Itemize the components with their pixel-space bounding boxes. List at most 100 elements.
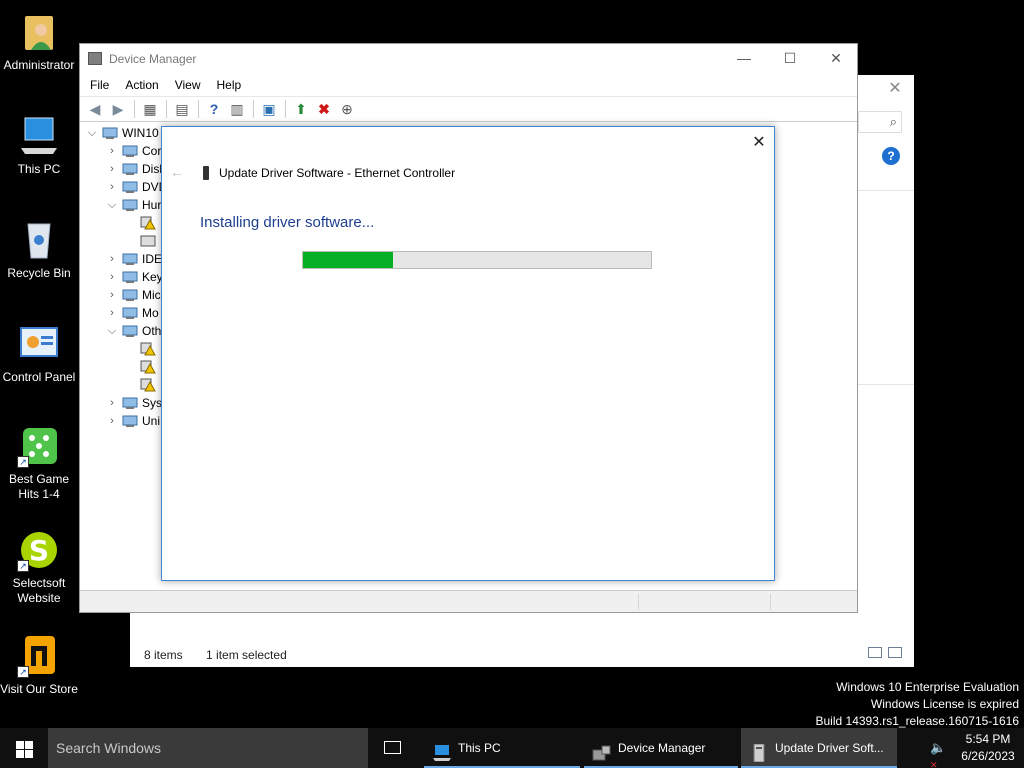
chevron-right-icon[interactable]: › xyxy=(106,268,118,286)
tree-device[interactable] xyxy=(80,214,164,232)
properties-icon[interactable]: ▤ xyxy=(171,99,193,119)
watermark-edition: Windows 10 Enterprise Evaluation xyxy=(836,680,1019,694)
tree-category[interactable]: › DVD xyxy=(80,178,167,196)
chevron-right-icon[interactable]: › xyxy=(106,142,118,160)
device-manager-icon xyxy=(592,738,612,761)
forward-arrow-icon[interactable]: ▶ xyxy=(107,99,129,119)
menu-file[interactable]: File xyxy=(82,74,117,96)
show-hide-tree-icon[interactable]: ▦ xyxy=(139,99,161,119)
menu-action[interactable]: Action xyxy=(117,74,166,96)
clock[interactable]: 5:54 PM 6/26/2023 xyxy=(956,731,1020,765)
clock-date: 6/26/2023 xyxy=(961,749,1015,763)
tree-label: Oth xyxy=(142,324,162,338)
close-icon[interactable]: ✕ xyxy=(813,44,859,74)
title-bar[interactable]: Device Manager — ☐ ✕ xyxy=(80,44,857,74)
start-button[interactable] xyxy=(0,728,48,768)
details-pane xyxy=(858,190,914,385)
taskbar-app-update-driver[interactable]: Update Driver Soft... xyxy=(741,728,897,768)
computer-icon xyxy=(102,126,118,140)
minimize-icon[interactable]: — xyxy=(721,44,767,74)
chevron-right-icon[interactable]: › xyxy=(106,250,118,268)
tree-category[interactable]: ⌵ Hur xyxy=(80,196,164,214)
tree-category[interactable]: › IDE xyxy=(80,250,164,268)
device-category-icon xyxy=(122,270,138,284)
tree-category[interactable]: › Disl xyxy=(80,160,164,178)
taskbar-app-device-manager[interactable]: Device Manager xyxy=(584,728,738,768)
store-logo-icon: ↗ xyxy=(17,634,61,678)
device-category-icon xyxy=(122,144,138,158)
desktop-icon-label: Control Panel xyxy=(2,370,76,384)
action-icon[interactable]: ▥ xyxy=(226,99,248,119)
chevron-right-icon[interactable]: › xyxy=(106,286,118,304)
chevron-right-icon[interactable]: › xyxy=(106,304,118,322)
tree-label: Key xyxy=(142,270,163,284)
desktop-icon-selectsoft[interactable]: S ↗ Selectsoft Website xyxy=(0,528,78,606)
tree-category[interactable]: › Key xyxy=(80,268,164,286)
menu-help[interactable]: Help xyxy=(209,74,250,96)
chevron-right-icon[interactable]: › xyxy=(106,160,118,178)
desktop-icon-visit-store[interactable]: ↗ Visit Our Store xyxy=(0,634,78,697)
download-driver-icon[interactable]: ⊕ xyxy=(336,99,358,119)
tree-category[interactable]: › Uni xyxy=(80,412,164,430)
tree-category[interactable]: › Cor xyxy=(80,142,164,160)
search-icon[interactable]: ⌕ xyxy=(858,111,902,133)
scan-hardware-icon[interactable]: ▣ xyxy=(258,99,280,119)
task-view-button[interactable] xyxy=(368,728,416,768)
tree-device[interactable] xyxy=(80,376,164,394)
window-title: Device Manager xyxy=(109,52,197,66)
desktop-icon-recycle-bin[interactable]: Recycle Bin xyxy=(0,218,78,281)
large-icons-view-icon[interactable] xyxy=(888,647,902,658)
taskbar-app-label: This PC xyxy=(458,741,501,755)
chevron-down-icon[interactable]: ⌵ xyxy=(106,322,118,340)
desktop-icon-administrator[interactable]: Administrator xyxy=(0,10,78,73)
desktop-icon-this-pc[interactable]: This PC xyxy=(0,114,78,177)
taskbar-app-label: Update Driver Soft... xyxy=(775,741,884,755)
back-arrow-icon[interactable]: ← xyxy=(170,164,186,180)
device-category-icon xyxy=(122,306,138,320)
taskbar-app-this-pc[interactable]: This PC xyxy=(424,728,580,768)
tree-root[interactable]: ⌵ WIN10 xyxy=(80,124,164,142)
explorer-status-bar: 8 items 1 item selected xyxy=(144,648,307,662)
search-box[interactable]: Search Windows xyxy=(48,728,368,768)
device-tree: ⌵ WIN10 › Cor › Disl › DVD ⌵ Hur › IDE › Key › Mic › Mo ⌵ O… xyxy=(80,124,168,592)
back-arrow-icon[interactable]: ◀ xyxy=(84,99,106,119)
tree-category[interactable]: › Mic xyxy=(80,286,164,304)
update-driver-dialog[interactable]: ✕ ← Update Driver Software - Ethernet Co… xyxy=(161,126,775,581)
chevron-right-icon[interactable]: › xyxy=(106,412,118,430)
chevron-right-icon[interactable]: › xyxy=(106,394,118,412)
taskbar: Search Windows This PC Device Manager Up… xyxy=(0,728,1024,768)
tree-label: IDE xyxy=(142,252,163,266)
tree-label: Hur xyxy=(142,198,162,212)
menu-view[interactable]: View xyxy=(167,74,209,96)
volume-muted-icon[interactable]: 🔈✕ xyxy=(930,740,952,768)
shortcut-arrow-icon: ↗ xyxy=(17,456,29,468)
tree-device[interactable] xyxy=(80,358,164,376)
item-count: 8 items xyxy=(144,648,183,662)
tree-category[interactable]: ⌵ Oth xyxy=(80,322,164,340)
maximize-icon[interactable]: ☐ xyxy=(767,44,813,74)
close-icon[interactable]: ✕ xyxy=(746,131,772,155)
device-category-icon xyxy=(122,396,138,410)
tree-label: WIN10 xyxy=(122,126,159,140)
control-panel-icon xyxy=(17,322,61,366)
help-book-icon[interactable]: ? xyxy=(203,99,225,119)
chevron-down-icon[interactable]: ⌵ xyxy=(86,124,98,142)
windows-evaluation-watermark: Windows 10 Enterprise Evaluation Windows… xyxy=(816,679,1020,730)
uninstall-icon[interactable]: ✖ xyxy=(313,99,335,119)
chevron-down-icon[interactable]: ⌵ xyxy=(106,196,118,214)
tree-category[interactable]: › Syst xyxy=(80,394,165,412)
desktop-icon-control-panel[interactable]: Control Panel xyxy=(0,322,78,385)
close-icon[interactable]: ✕ xyxy=(882,79,908,99)
view-toggle[interactable] xyxy=(868,647,908,661)
tree-device[interactable] xyxy=(80,232,164,250)
desktop-icon-best-game-hits[interactable]: ↗ Best Game Hits 1-4 xyxy=(0,424,78,502)
tree-device[interactable] xyxy=(80,340,164,358)
network-adapter-icon xyxy=(203,166,209,180)
progress-fill xyxy=(303,252,394,268)
details-view-icon[interactable] xyxy=(868,647,882,658)
update-driver-icon[interactable]: ⬆ xyxy=(290,99,312,119)
tree-category[interactable]: › Mo xyxy=(80,304,164,322)
help-icon[interactable]: ? xyxy=(882,147,900,165)
desktop-icon-label: Administrator xyxy=(3,58,75,72)
chevron-right-icon[interactable]: › xyxy=(106,178,118,196)
